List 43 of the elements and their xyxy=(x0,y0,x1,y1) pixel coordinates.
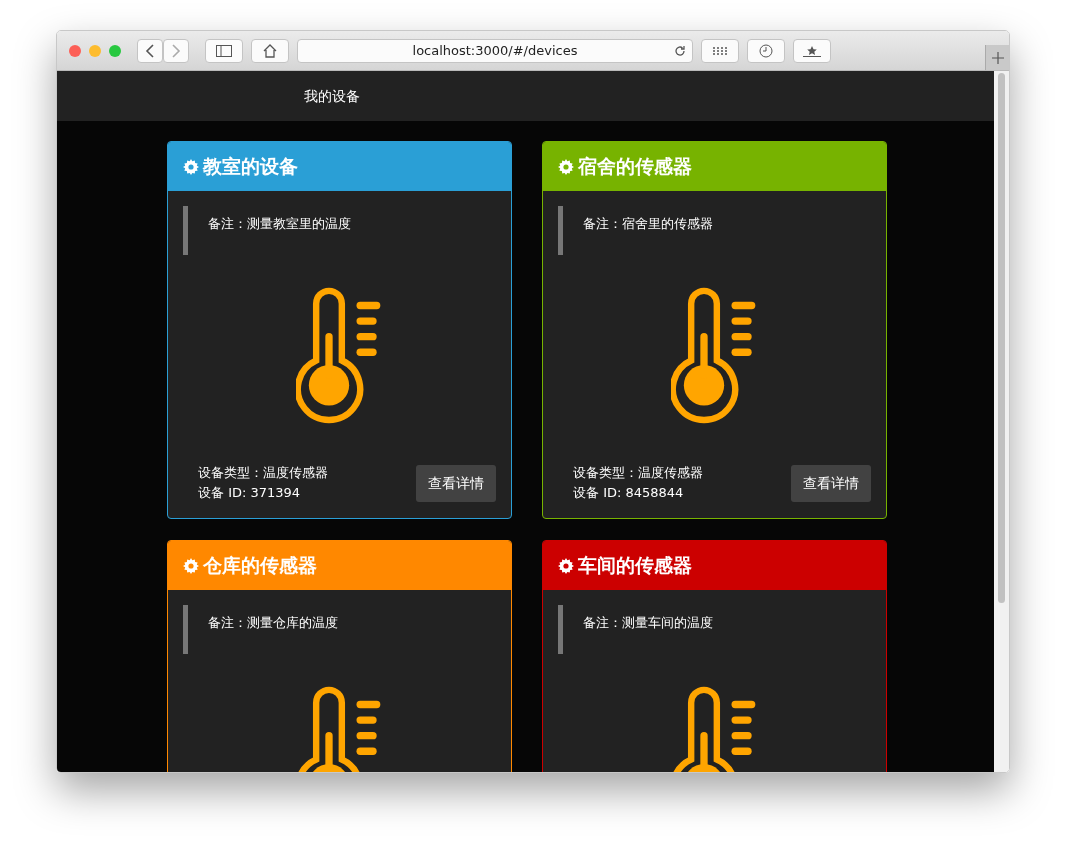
home-button[interactable] xyxy=(251,38,289,63)
grid-button[interactable] xyxy=(701,38,739,63)
card-title: 教室的设备 xyxy=(203,154,298,180)
device-type-text: 设备类型：温度传感器 xyxy=(573,464,703,482)
plus-icon xyxy=(991,51,1004,64)
clock-icon xyxy=(759,43,773,58)
forward-button[interactable] xyxy=(163,38,189,63)
zoom-icon[interactable] xyxy=(109,44,121,57)
card-title: 宿舍的传感器 xyxy=(578,154,692,180)
note-text: 备注：宿舍里的传感器 xyxy=(558,206,871,255)
note-text: 备注：测量车间的温度 xyxy=(558,605,871,654)
home-icon xyxy=(263,43,277,58)
gear-icon xyxy=(183,557,199,574)
note-text: 备注：测量仓库的温度 xyxy=(183,605,496,654)
history-button[interactable] xyxy=(747,38,785,63)
sidebar-icon xyxy=(216,44,232,57)
back-button[interactable] xyxy=(137,38,163,63)
bookmark-button[interactable] xyxy=(793,38,831,63)
thermometer-icon xyxy=(670,287,755,424)
scrollbar-thumb[interactable] xyxy=(998,73,1005,603)
thermometer-icon xyxy=(295,287,380,424)
nav-link[interactable]: 我的设备 xyxy=(304,85,360,107)
new-tab-button[interactable] xyxy=(985,45,1009,70)
note-text: 备注：测量教室里的温度 xyxy=(183,206,496,255)
sidebar-button[interactable] xyxy=(205,38,243,63)
device-id-text: 设备 ID: 8458844 xyxy=(573,484,685,502)
gear-icon xyxy=(183,158,199,175)
card-title: 车间的传感器 xyxy=(578,553,692,579)
chevron-left-icon xyxy=(145,43,155,58)
grid-icon xyxy=(712,45,728,56)
reload-icon[interactable] xyxy=(674,44,686,57)
card-title: 仓库的传感器 xyxy=(203,553,317,579)
url-text: localhost:3000/#/devices xyxy=(412,41,578,60)
gear-icon xyxy=(558,158,574,175)
star-icon xyxy=(803,44,821,57)
details-button[interactable]: 查看详情 xyxy=(791,464,871,502)
device-type-text: 设备类型：温度传感器 xyxy=(198,464,328,482)
device-id-text: 设备 ID: 371394 xyxy=(198,484,302,502)
gear-icon xyxy=(558,557,574,574)
details-button[interactable]: 查看详情 xyxy=(416,464,496,502)
address-bar[interactable]: localhost:3000/#/devices xyxy=(297,38,693,63)
chevron-right-icon xyxy=(171,43,181,58)
close-icon[interactable] xyxy=(69,44,81,57)
